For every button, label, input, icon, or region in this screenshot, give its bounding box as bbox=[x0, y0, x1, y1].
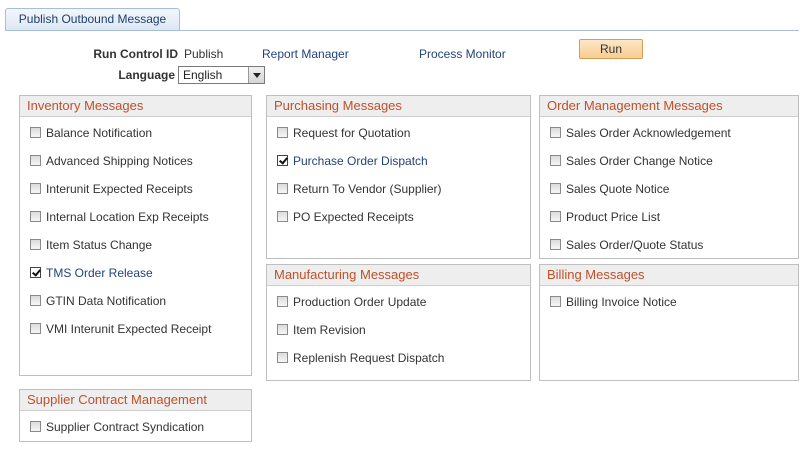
checkbox-label: Sales Order/Quote Status bbox=[566, 238, 704, 252]
report-manager-link[interactable]: Report Manager bbox=[262, 47, 349, 61]
checkbox-row[interactable]: GTIN Data Notification bbox=[30, 294, 166, 308]
checkbox-row[interactable]: Balance Notification bbox=[30, 126, 152, 140]
checkbox-label: Billing Invoice Notice bbox=[566, 295, 677, 309]
order-management-messages-group: Order Management Messages Sales Order Ac… bbox=[539, 95, 799, 259]
checkbox-row[interactable]: Internal Location Exp Receipts bbox=[30, 210, 209, 224]
billing-messages-title: Billing Messages bbox=[540, 265, 798, 286]
checkbox-row[interactable]: Sales Order Acknowledgement bbox=[550, 126, 731, 140]
checkbox-row[interactable]: Sales Order/Quote Status bbox=[550, 238, 703, 252]
checkbox[interactable] bbox=[550, 127, 561, 138]
language-select[interactable]: English bbox=[178, 66, 265, 84]
billing-messages-group: Billing Messages Billing Invoice Notice bbox=[539, 264, 799, 381]
manufacturing-messages-title: Manufacturing Messages bbox=[267, 265, 530, 286]
checkbox-label: Sales Order Acknowledgement bbox=[566, 126, 731, 140]
checkbox-label: Item Revision bbox=[293, 323, 366, 337]
checkbox-row[interactable]: Item Status Change bbox=[30, 238, 152, 252]
checkbox[interactable] bbox=[30, 211, 41, 222]
checkbox[interactable] bbox=[30, 323, 41, 334]
run-control-value: Publish bbox=[184, 47, 224, 61]
checkbox-label: Request for Quotation bbox=[293, 126, 411, 140]
checkbox[interactable] bbox=[30, 295, 41, 306]
checkbox-row[interactable]: Sales Quote Notice bbox=[550, 182, 669, 196]
run-control-label: Run Control ID bbox=[93, 47, 178, 61]
language-select-value: English bbox=[183, 68, 223, 82]
purchasing-messages-title: Purchasing Messages bbox=[267, 96, 530, 117]
language-label: Language bbox=[118, 68, 175, 82]
checkbox-label: Item Status Change bbox=[46, 238, 153, 252]
tab-publish-outbound-message[interactable]: Publish Outbound Message bbox=[5, 8, 180, 30]
supplier-contract-management-title: Supplier Contract Management bbox=[20, 390, 251, 411]
checkbox-row[interactable]: PO Expected Receipts bbox=[277, 210, 414, 224]
inventory-messages-title: Inventory Messages bbox=[20, 96, 251, 117]
checkbox-row[interactable]: Sales Order Change Notice bbox=[550, 154, 713, 168]
process-monitor-link[interactable]: Process Monitor bbox=[419, 47, 506, 61]
checkbox-row[interactable]: Advanced Shipping Notices bbox=[30, 154, 193, 168]
checkbox[interactable] bbox=[277, 183, 288, 194]
checkbox[interactable] bbox=[277, 211, 288, 222]
manufacturing-messages-group: Manufacturing Messages Production Order … bbox=[266, 264, 531, 381]
checkbox-label: Advanced Shipping Notices bbox=[46, 154, 193, 168]
run-button[interactable]: Run bbox=[579, 39, 643, 59]
inventory-messages-group: Inventory Messages Balance Notification … bbox=[19, 95, 252, 376]
checkbox-label: Internal Location Exp Receipts bbox=[46, 210, 209, 224]
checkbox-row[interactable]: Product Price List bbox=[550, 210, 660, 224]
checkbox-checked[interactable] bbox=[277, 155, 288, 166]
checkbox-label: Replenish Request Dispatch bbox=[293, 351, 445, 365]
checkbox-row[interactable]: VMI Interunit Expected Receipt bbox=[30, 322, 211, 336]
checkbox[interactable] bbox=[550, 155, 561, 166]
supplier-contract-management-group: Supplier Contract Management Supplier Co… bbox=[19, 389, 252, 442]
checkbox-label: Return To Vendor (Supplier) bbox=[293, 182, 442, 196]
checkbox-row[interactable]: Replenish Request Dispatch bbox=[277, 351, 444, 365]
order-management-messages-title: Order Management Messages bbox=[540, 96, 798, 117]
checkbox[interactable] bbox=[550, 183, 561, 194]
checkbox-label: Supplier Contract Syndication bbox=[46, 420, 205, 434]
checkbox-label: Production Order Update bbox=[293, 295, 427, 309]
checkbox-row[interactable]: Supplier Contract Syndication bbox=[30, 420, 204, 434]
checkbox[interactable] bbox=[277, 352, 288, 363]
checkbox[interactable] bbox=[30, 127, 41, 138]
checkbox-label: Sales Order Change Notice bbox=[566, 154, 713, 168]
checkbox-label: VMI Interunit Expected Receipt bbox=[46, 322, 212, 336]
checkbox[interactable] bbox=[550, 239, 561, 250]
checkbox[interactable] bbox=[277, 127, 288, 138]
checkbox-label: PO Expected Receipts bbox=[293, 210, 414, 224]
purchasing-messages-group: Purchasing Messages Request for Quotatio… bbox=[266, 95, 531, 259]
checkbox-label: Product Price List bbox=[566, 210, 661, 224]
checkbox[interactable] bbox=[30, 155, 41, 166]
checkbox-label: GTIN Data Notification bbox=[46, 294, 167, 308]
checkbox[interactable] bbox=[277, 296, 288, 307]
checkbox-row[interactable]: Item Revision bbox=[277, 323, 366, 337]
checkbox[interactable] bbox=[30, 183, 41, 194]
checkbox-row[interactable]: TMS Order Release bbox=[30, 266, 153, 280]
checkbox[interactable] bbox=[550, 211, 561, 222]
checkbox-row[interactable]: Request for Quotation bbox=[277, 126, 410, 140]
checkbox-label: Interunit Expected Receipts bbox=[46, 182, 193, 196]
tab-divider bbox=[5, 30, 799, 31]
checkbox-row[interactable]: Purchase Order Dispatch bbox=[277, 154, 428, 168]
checkbox-row[interactable]: Production Order Update bbox=[277, 295, 426, 309]
checkbox-checked[interactable] bbox=[30, 267, 41, 278]
checkbox[interactable] bbox=[30, 239, 41, 250]
checkbox[interactable] bbox=[277, 324, 288, 335]
checkbox-label: Balance Notification bbox=[46, 126, 153, 140]
chevron-down-icon[interactable] bbox=[248, 67, 264, 83]
checkbox-label: Purchase Order Dispatch bbox=[293, 154, 428, 168]
checkbox[interactable] bbox=[550, 296, 561, 307]
checkbox-row[interactable]: Interunit Expected Receipts bbox=[30, 182, 193, 196]
checkbox-row[interactable]: Return To Vendor (Supplier) bbox=[277, 182, 442, 196]
checkbox-label: TMS Order Release bbox=[46, 266, 153, 280]
checkbox-label: Sales Quote Notice bbox=[566, 182, 670, 196]
checkbox-row[interactable]: Billing Invoice Notice bbox=[550, 295, 677, 309]
checkbox[interactable] bbox=[30, 421, 41, 432]
